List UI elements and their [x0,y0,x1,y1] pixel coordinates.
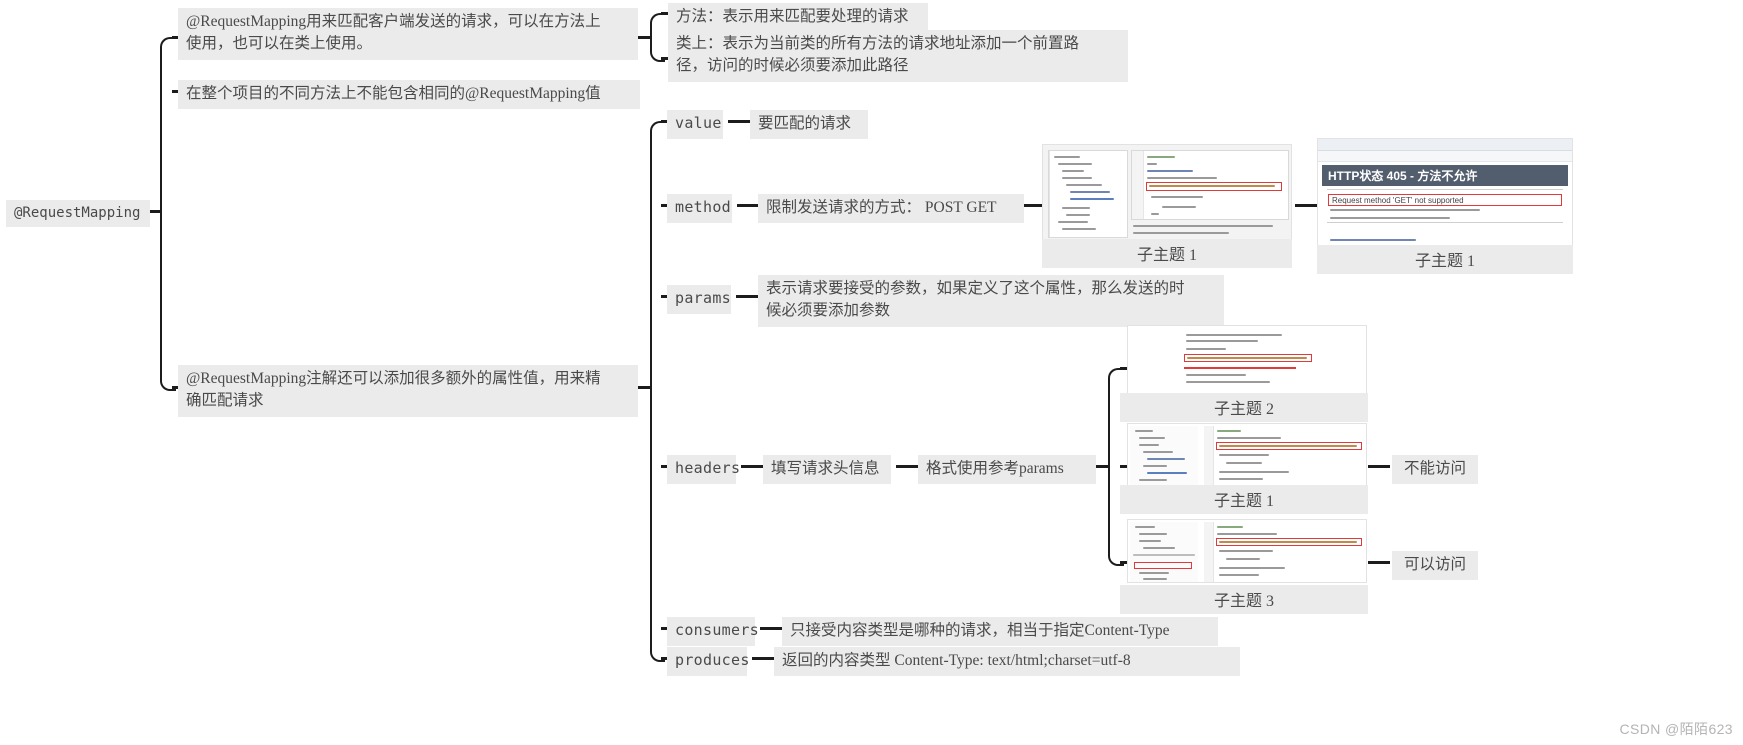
shot-headers-3-result[interactable]: 可以访问 [1392,551,1478,581]
mindmap-canvas: @RequestMapping @RequestMapping用来匹配客户端发送… [0,0,1743,745]
usage-note-on-class[interactable]: 类上：表示为当前类的所有方法的请求地址添加一个前置路 径，访问的时候必须要添加此… [668,30,1128,82]
connector-value-desc [728,120,750,123]
tomcat-message: Request method 'GET' not supported [1332,196,1464,205]
usage-note-on-method[interactable]: 方法：表示用来匹配要处理的请求 [668,3,928,33]
shot-headers-3-caption[interactable]: 子主题 3 [1120,585,1368,614]
shot-headers-2-result[interactable]: 不能访问 [1392,455,1478,485]
level1-node-unique[interactable]: 在整个项目的不同方法上不能包含相同的@RequestMapping值 [178,80,640,110]
connector-headers-shot3-result [1368,561,1390,564]
shot-headers-2[interactable] [1127,423,1367,487]
connector-produces-desc [752,657,774,660]
bracket-attributes [650,121,665,662]
connector-method-shots [1024,204,1042,207]
shot-method-ide-caption[interactable]: 子主题 1 [1042,239,1292,268]
attribute-desc-method[interactable]: 限制发送请求的方式： POST GET [758,194,1024,224]
attribute-name-params[interactable]: params [667,285,731,314]
shot-headers-3[interactable] [1127,519,1367,583]
connector-method-shot2 [1295,204,1317,207]
connector-method-desc [737,204,759,207]
attribute-desc-produces[interactable]: 返回的内容类型 Content-Type: text/html;charset=… [774,647,1240,677]
attribute-name-method[interactable]: method [667,194,732,223]
attribute-desc2-headers[interactable]: 格式使用参考params [918,455,1096,485]
attribute-desc-params[interactable]: 表示请求要接受的参数，如果定义了这个属性，那么发送的时 候必须要添加参数 [758,275,1224,327]
root-node[interactable]: @RequestMapping [6,200,150,228]
tomcat-status-title: HTTP状态 405 - 方法不允许 [1322,165,1568,186]
attribute-desc-consumers[interactable]: 只接受内容类型是哪种的请求，相当于指定Content-Type [782,617,1218,647]
shot-method-tomcat-caption[interactable]: 子主题 1 [1317,245,1573,274]
connector-headers-desc [741,465,763,468]
attribute-name-value[interactable]: value [667,110,723,139]
bracket-usage [650,13,665,62]
attribute-desc-value[interactable]: 要匹配的请求 [750,110,868,140]
connector-params-desc [736,295,758,298]
connector-headers-desc2 [896,465,918,468]
attribute-desc-headers[interactable]: 填写请求头信息 [763,455,891,485]
attribute-name-produces[interactable]: produces [667,647,749,676]
attribute-name-headers[interactable]: headers [667,455,740,484]
attribute-name-consumers[interactable]: consumers [667,617,759,646]
level1-node-attrs[interactable]: @RequestMapping注解还可以添加很多额外的属性值，用来精 确匹配请求 [178,365,638,417]
connector-headers-shot2-result [1368,465,1390,468]
shot-headers-2-caption[interactable]: 子主题 1 [1120,485,1368,514]
connector-consumers-desc [760,627,782,630]
level1-node-desc[interactable]: @RequestMapping用来匹配客户端发送的请求，可以在方法上 使用，也可… [178,8,638,60]
shot-method-ide[interactable] [1042,144,1292,244]
shot-headers-1[interactable] [1127,325,1367,395]
shot-headers-1-caption[interactable]: 子主题 2 [1120,393,1368,422]
watermark: CSDN @陌陌623 [1619,721,1733,737]
